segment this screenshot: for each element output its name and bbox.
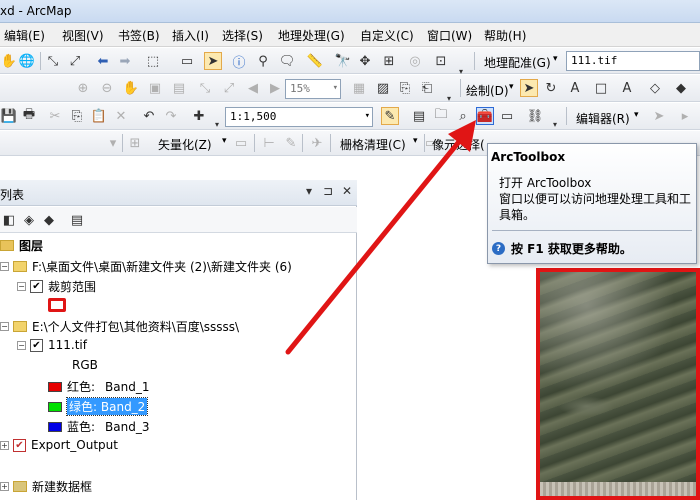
arrow-shaft xyxy=(285,135,465,355)
annotation-arrow xyxy=(285,120,476,355)
